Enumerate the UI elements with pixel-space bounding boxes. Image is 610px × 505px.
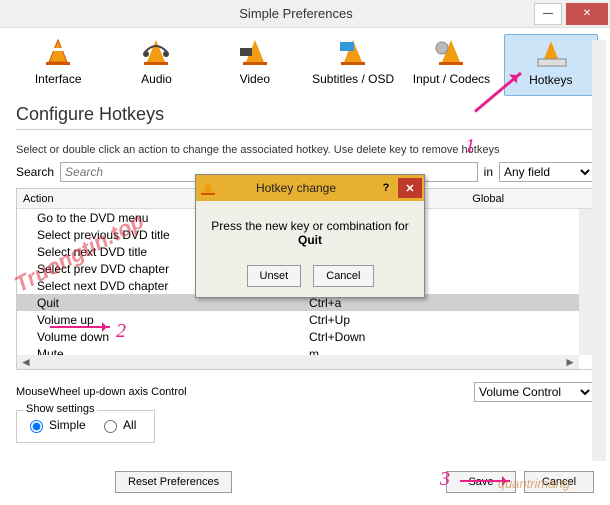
- close-button[interactable]: ✕: [566, 3, 608, 25]
- annotation-2: 2: [116, 320, 126, 343]
- window-title: Simple Preferences: [60, 6, 532, 21]
- dialog-close-button[interactable]: ✕: [398, 178, 422, 198]
- hotkey-change-dialog: Hotkey change ? ✕ Press the new key or c…: [195, 174, 425, 298]
- tab-hotkeys[interactable]: Hotkeys: [504, 34, 598, 96]
- unset-button[interactable]: Unset: [247, 265, 302, 287]
- mousewheel-label: MouseWheel up-down axis Control: [16, 386, 474, 398]
- search-label: Search: [16, 165, 54, 179]
- cone-disc-icon: [434, 38, 468, 68]
- titlebar: Simple Preferences — ✕: [0, 0, 610, 28]
- radio-simple[interactable]: Simple: [25, 417, 86, 433]
- h-scrollbar[interactable]: ◄►: [17, 355, 579, 369]
- vlc-cone-icon: [200, 180, 218, 196]
- show-settings-group: Show settings Simple All: [16, 410, 155, 443]
- show-settings-legend: Show settings: [23, 403, 97, 415]
- tab-label: Input / Codecs: [407, 72, 495, 86]
- tab-label: Subtitles / OSD: [309, 72, 397, 86]
- cone-subtitle-icon: [336, 38, 370, 68]
- tab-video[interactable]: Video: [209, 34, 301, 96]
- annotation-1: 1: [465, 135, 475, 158]
- in-label: in: [484, 165, 493, 179]
- annotation-arrow-3: [460, 480, 510, 482]
- tab-subtitles[interactable]: Subtitles / OSD: [307, 34, 399, 96]
- outer-v-scrollbar[interactable]: [592, 40, 606, 461]
- cancel-button[interactable]: Cancel: [524, 471, 594, 493]
- search-field-select[interactable]: Any field: [499, 162, 594, 182]
- mousewheel-select[interactable]: Volume Control: [474, 382, 594, 402]
- page-heading: Configure Hotkeys: [16, 104, 594, 130]
- dialog-cancel-button[interactable]: Cancel: [313, 265, 373, 287]
- col-global[interactable]: Global: [466, 193, 593, 205]
- v-scrollbar[interactable]: [579, 209, 593, 355]
- tab-interface[interactable]: Interface: [12, 34, 104, 96]
- cone-headphones-icon: [139, 38, 173, 68]
- annotation-arrow-2: [50, 326, 110, 328]
- prefs-tabs: Interface Audio Video Subtitles / OSD In…: [0, 28, 610, 96]
- tab-label: Interface: [14, 72, 102, 86]
- cone-icon: [41, 38, 75, 68]
- minimize-button[interactable]: —: [534, 3, 562, 25]
- tab-audio[interactable]: Audio: [110, 34, 202, 96]
- annotation-3: 3: [440, 468, 450, 491]
- cone-film-icon: [238, 38, 272, 68]
- dialog-title: Hotkey change: [218, 181, 374, 195]
- cone-keyboard-icon: [534, 39, 568, 69]
- reset-preferences-button[interactable]: Reset Preferences: [115, 471, 232, 493]
- tab-label: Audio: [112, 72, 200, 86]
- dialog-help-button[interactable]: ?: [374, 178, 398, 198]
- radio-all[interactable]: All: [99, 417, 136, 433]
- tab-label: Video: [211, 72, 299, 86]
- dialog-message: Press the new key or combination for Qui…: [206, 219, 414, 247]
- instruction-text: Select or double click an action to chan…: [16, 144, 594, 156]
- tab-input-codecs[interactable]: Input / Codecs: [405, 34, 497, 96]
